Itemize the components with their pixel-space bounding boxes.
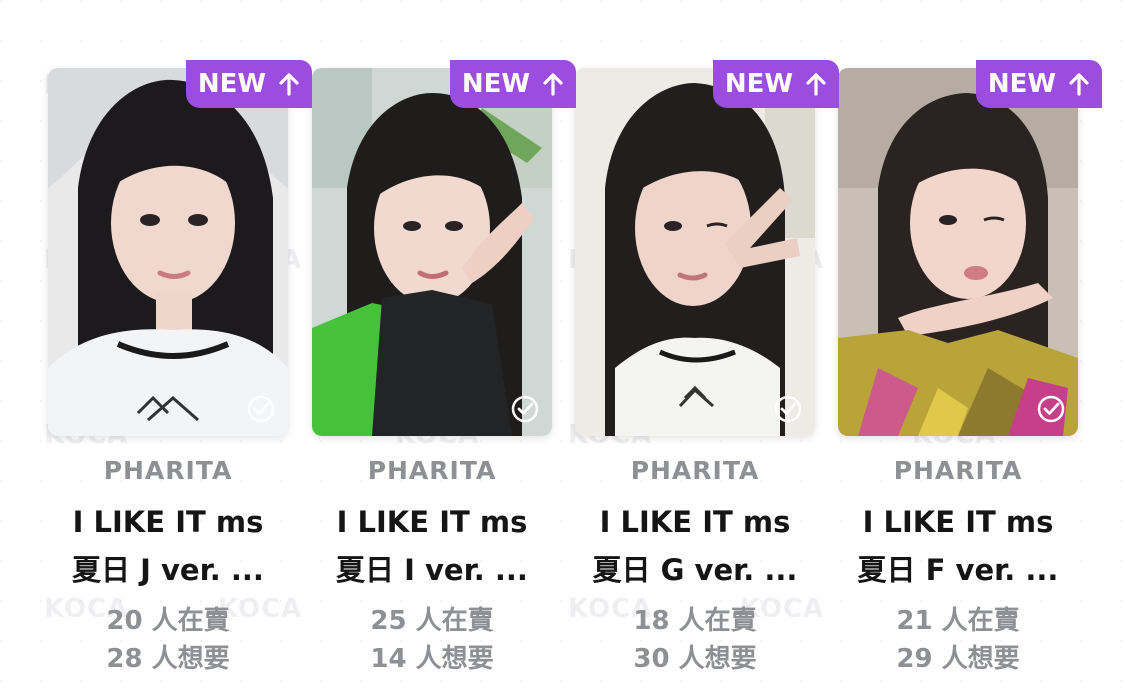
- card-photo[interactable]: [575, 68, 815, 436]
- wanting-count: 14 人想要: [370, 644, 494, 674]
- card-title-line2: 夏日 G ver. ...: [592, 553, 798, 587]
- selling-count: 21 人在賣: [896, 606, 1020, 636]
- artist-name: PHARITA: [630, 456, 760, 485]
- photocard-item[interactable]: NEW: [575, 58, 839, 678]
- wanting-count: 30 人想要: [633, 644, 757, 674]
- arrow-up-icon: [543, 73, 563, 96]
- verified-check-icon: [774, 395, 802, 423]
- photo-image: [838, 68, 1078, 436]
- artist-name: PHARITA: [367, 456, 497, 485]
- wanting-count: 28 人想要: [106, 644, 230, 674]
- verified-check-icon: [511, 395, 539, 423]
- artist-name: PHARITA: [103, 456, 233, 485]
- new-badge-label: NEW: [724, 69, 794, 99]
- card-title-line1: I LIKE IT ms: [72, 505, 264, 539]
- card-title-line1: I LIKE IT ms: [862, 505, 1054, 539]
- photo-image: [48, 68, 288, 436]
- new-badge-label: NEW: [461, 69, 531, 99]
- new-badge: NEW: [976, 60, 1102, 108]
- card-photo[interactable]: [48, 68, 288, 436]
- selling-count: 20 人在賣: [106, 606, 230, 636]
- new-badge: NEW: [713, 60, 839, 108]
- selling-count: 18 人在賣: [633, 606, 757, 636]
- verified-check-icon: [1037, 395, 1065, 423]
- arrow-up-icon: [806, 73, 826, 96]
- card-grid: NEW PHARITA I LIKE IT ms 夏日 J ver. ... 2…: [0, 0, 1125, 698]
- card-title-line2: 夏日 F ver. ...: [857, 553, 1059, 587]
- card-photo[interactable]: [312, 68, 552, 436]
- card-title[interactable]: I LIKE IT ms 夏日 F ver. ...: [826, 498, 1090, 594]
- card-title-line1: I LIKE IT ms: [599, 505, 791, 539]
- wanting-count: 29 人想要: [896, 644, 1020, 674]
- photocard-item[interactable]: NEW: [838, 58, 1102, 678]
- photocard-item[interactable]: NEW: [48, 58, 312, 678]
- new-badge: NEW: [186, 60, 312, 108]
- card-title[interactable]: I LIKE IT ms 夏日 G ver. ...: [563, 498, 827, 594]
- card-title-line2: 夏日 J ver. ...: [72, 553, 264, 587]
- new-badge-label: NEW: [197, 69, 267, 99]
- arrow-up-icon: [1069, 73, 1089, 96]
- artist-name: PHARITA: [893, 456, 1023, 485]
- arrow-up-icon: [279, 73, 299, 96]
- photocard-item[interactable]: NEW: [312, 58, 576, 678]
- verified-check-icon: [247, 395, 275, 423]
- card-title-line1: I LIKE IT ms: [336, 505, 528, 539]
- photo-image: [575, 68, 815, 436]
- selling-count: 25 人在賣: [370, 606, 494, 636]
- photo-image: [312, 68, 552, 436]
- card-photo[interactable]: [838, 68, 1078, 436]
- new-badge-label: NEW: [987, 69, 1057, 99]
- card-title[interactable]: I LIKE IT ms 夏日 J ver. ...: [36, 498, 300, 594]
- card-title[interactable]: I LIKE IT ms 夏日 I ver. ...: [300, 498, 564, 594]
- new-badge: NEW: [450, 60, 576, 108]
- card-title-line2: 夏日 I ver. ...: [336, 553, 528, 587]
